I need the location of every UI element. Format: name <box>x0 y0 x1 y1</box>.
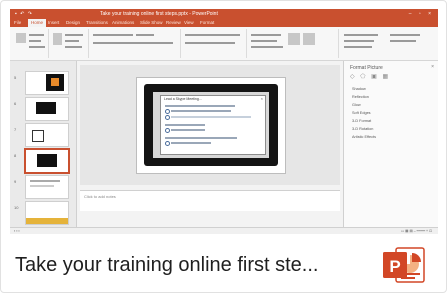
quick-access-icons: ▪ ↶ ↷ <box>15 11 33 17</box>
pane-item: Glow <box>352 103 361 107</box>
ribbon-group-clipboard <box>12 29 49 58</box>
pane-item: Shadow <box>352 87 366 91</box>
video-card[interactable]: ▪ ↶ ↷ Take your training online first st… <box>0 0 447 293</box>
ribbon <box>10 27 438 61</box>
tab-transitions: Transitions <box>86 20 108 25</box>
notes-placeholder: Click to add notes <box>84 194 116 199</box>
slide-thumbnail-selected <box>24 148 70 174</box>
tab-file: File <box>14 20 22 25</box>
ribbon-group-drawing <box>248 29 339 58</box>
status-left: ▪ ▪ ▪ <box>14 229 20 233</box>
meeting-dialog: Lead a Skype Meeting... × <box>160 95 266 155</box>
powerpoint-icon: P <box>383 247 425 283</box>
dialog-title: Lead a Skype Meeting... <box>164 97 202 101</box>
window-title: Take your training online first steps.pp… <box>100 11 218 17</box>
thumbnail-screenshot[interactable]: ▪ ↶ ↷ Take your training online first st… <box>10 9 438 234</box>
tab-design: Design <box>66 20 81 25</box>
slide-thumbnail <box>25 71 69 95</box>
status-bar: ▪ ▪ ▪ ▭ ▦ ▤ – ━━━━ + ⊡ <box>10 227 438 234</box>
tab-home: Home <box>28 19 47 27</box>
pane-item: Reflection <box>352 95 369 99</box>
ribbon-tabs: File Home Insert Design Transitions Anim… <box>10 19 438 27</box>
pane-item: 3-D Format <box>352 119 372 123</box>
ribbon-group-paragraph <box>182 29 247 58</box>
pane-item: Artistic Effects <box>352 135 376 139</box>
slides-thumbnail-pane: 5 6 7 8 9 10 <box>10 61 77 227</box>
window-controls: – ▫ × <box>408 11 434 17</box>
notes-pane[interactable]: Click to add notes <box>80 190 340 211</box>
pane-title: Format Picture <box>350 65 383 71</box>
ribbon-group-slides <box>50 29 89 58</box>
slide-thumbnail <box>25 201 69 225</box>
ribbon-group-editing <box>340 29 435 58</box>
slide-thumbnail <box>25 175 69 199</box>
card-caption[interactable]: Take your training online first ste... <box>15 245 375 285</box>
effects-icons: ◇ ⬠ ▣ ▦ <box>350 74 391 80</box>
close-icon: × <box>431 64 434 70</box>
tab-slide-show: Slide Show <box>140 20 163 25</box>
tab-view: View <box>184 20 194 25</box>
slide-thumbnail <box>25 123 69 147</box>
tab-format: Format <box>200 20 215 25</box>
format-picture-pane: Format Picture × ◇ ⬠ ▣ ▦ Shadow Reflecti… <box>343 61 438 227</box>
title-bar: ▪ ↶ ↷ Take your training online first st… <box>10 9 438 19</box>
svg-text:P: P <box>389 257 400 276</box>
tab-insert: Insert <box>48 20 60 25</box>
close-icon: × <box>260 96 263 101</box>
slide-thumbnail <box>25 97 69 121</box>
tablet-screen: Lead a Skype Meeting... × <box>153 92 269 158</box>
tab-review: Review <box>166 20 181 25</box>
ribbon-group-font <box>90 29 181 58</box>
pane-item: Soft Edges <box>352 111 371 115</box>
current-slide: Lead a Skype Meeting... × <box>136 77 286 174</box>
zoom-controls: ▭ ▦ ▤ – ━━━━ + ⊡ <box>400 229 432 233</box>
tablet-image: Lead a Skype Meeting... × <box>144 84 278 166</box>
slide-editor: Lead a Skype Meeting... × <box>80 65 340 185</box>
tab-animations: Animations <box>112 20 135 25</box>
pane-item: 3-D Rotation <box>352 127 374 131</box>
